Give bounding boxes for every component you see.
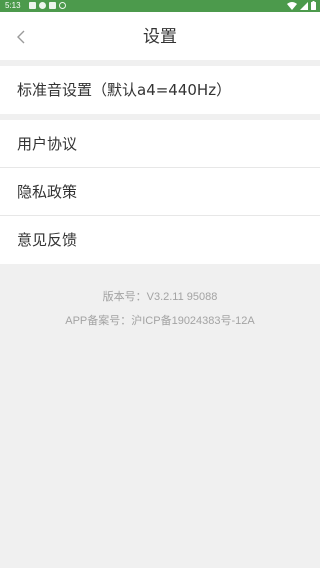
page-title: 设置 xyxy=(143,27,177,47)
standard-pitch-item[interactable]: 标准音设置（默认a4=440Hz） xyxy=(0,66,320,114)
signal-icon xyxy=(300,1,308,10)
icp-record-text: APP备案号：沪ICP备19024383号-12A xyxy=(65,315,255,327)
chat-notification-icon xyxy=(39,2,46,9)
info-group: 用户协议 隐私政策 意见反馈 xyxy=(0,120,320,264)
feedback-item[interactable]: 意见反馈 xyxy=(0,216,320,264)
status-time: 5:13 xyxy=(5,1,21,10)
image-notification-icon xyxy=(29,2,36,9)
app-header: 设置 xyxy=(0,12,320,60)
wifi-icon xyxy=(287,1,297,10)
version-text: 版本号：V3.2.11 95088 xyxy=(102,291,218,303)
user-agreement-item[interactable]: 用户协议 xyxy=(0,120,320,168)
privacy-policy-item[interactable]: 隐私政策 xyxy=(0,168,320,216)
app-notification-icon xyxy=(49,2,56,9)
pitch-settings-group: 标准音设置（默认a4=440Hz） xyxy=(0,66,320,114)
system-icons xyxy=(287,1,316,10)
notification-icons xyxy=(29,2,66,9)
status-bar: 5:13 xyxy=(0,0,320,12)
circle-notification-icon xyxy=(59,2,66,9)
battery-icon xyxy=(311,1,316,10)
